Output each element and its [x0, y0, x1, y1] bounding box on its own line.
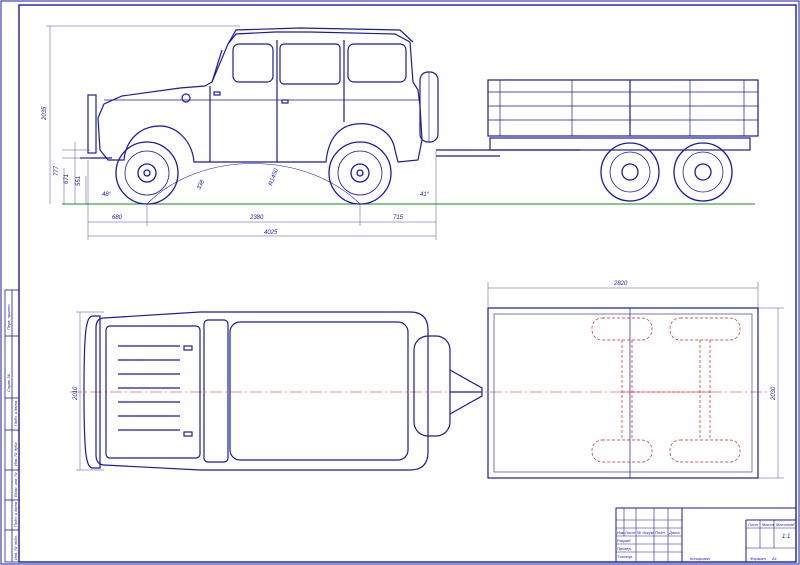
tb-role-0: Разраб. — [617, 538, 631, 543]
angle-radius: R1450 — [268, 167, 280, 186]
dim-h1: 777 — [54, 165, 60, 176]
trailer-wheel-1 — [600, 142, 660, 202]
side-view: 680 2380 715 4025 2035 777 671 551 338 4… — [42, 25, 759, 240]
dim-h4: 338 — [196, 179, 206, 191]
trailer-wheel-2 — [673, 142, 733, 202]
tb-scale-value: 1:1 — [782, 534, 790, 540]
tb-role-2: Т.контр. — [617, 554, 633, 559]
ramp-angle-arc — [146, 163, 361, 205]
dim-trailer-width: 2030 — [771, 386, 777, 401]
strip-cell-3: Инв. № дубл. — [13, 441, 18, 466]
strip-cell-0: Перв. примен. — [6, 303, 11, 330]
tb-scale-label: Масштаб — [776, 522, 795, 527]
title-block — [615, 507, 797, 563]
tb-sheet-label: Лист — [747, 522, 759, 527]
uaz-body-top — [83, 311, 483, 471]
dim-trailer-length: 2820 — [613, 281, 628, 287]
tb-role-1: Провер. — [617, 546, 632, 551]
dim-total-length: 4025 — [264, 230, 278, 236]
tb-format-value: А1 — [771, 556, 777, 561]
dim-wheelbase: 2380 — [249, 215, 264, 221]
tb-copied-label: Копировал — [690, 556, 711, 561]
strip-cell-1: Справ. № — [6, 373, 11, 392]
tb-row-2: № докум. — [637, 530, 655, 535]
dim-rear-overhang: 715 — [393, 215, 404, 221]
tb-row-4: Дата — [668, 530, 680, 535]
technical-drawing-sheet: Перв. примен. Справ. № Подп. и дата Инв.… — [0, 0, 800, 565]
dim-h2: 671 — [64, 174, 70, 184]
tb-row-3: Подп. — [655, 530, 666, 535]
top-dimension-lines — [76, 282, 784, 479]
strip-cell-4: Взам. инв. № — [13, 472, 18, 497]
angle-approach: 48° — [102, 192, 112, 198]
strip-cell-2: Подп. и дата — [13, 400, 18, 426]
rear-wheel — [328, 141, 392, 205]
trailer-side — [487, 79, 759, 151]
trailer-axles-hidden — [591, 317, 741, 463]
tb-row-1: Лист — [624, 530, 636, 535]
strip-cell-6: Инв. № подл. — [13, 535, 18, 560]
front-wheel — [115, 141, 179, 205]
dim-front-overhang: 680 — [112, 215, 123, 221]
tb-mass-label: Масса — [762, 522, 775, 527]
tb-row-0: Изм — [617, 530, 625, 535]
strip-cell-5: Подп. и дата — [13, 501, 18, 527]
outer-frame — [0, 0, 800, 565]
dim-vehicle-width: 2010 — [73, 386, 79, 401]
angle-departure: 41° — [420, 192, 430, 198]
dim-overall-height: 2035 — [42, 106, 48, 121]
side-dimension-lines — [46, 25, 437, 240]
dim-h3: 551 — [76, 176, 82, 186]
trailer-top — [487, 307, 759, 479]
tb-format-label: Формат — [750, 556, 767, 561]
top-view: 2820 2010 2030 — [70, 281, 784, 479]
